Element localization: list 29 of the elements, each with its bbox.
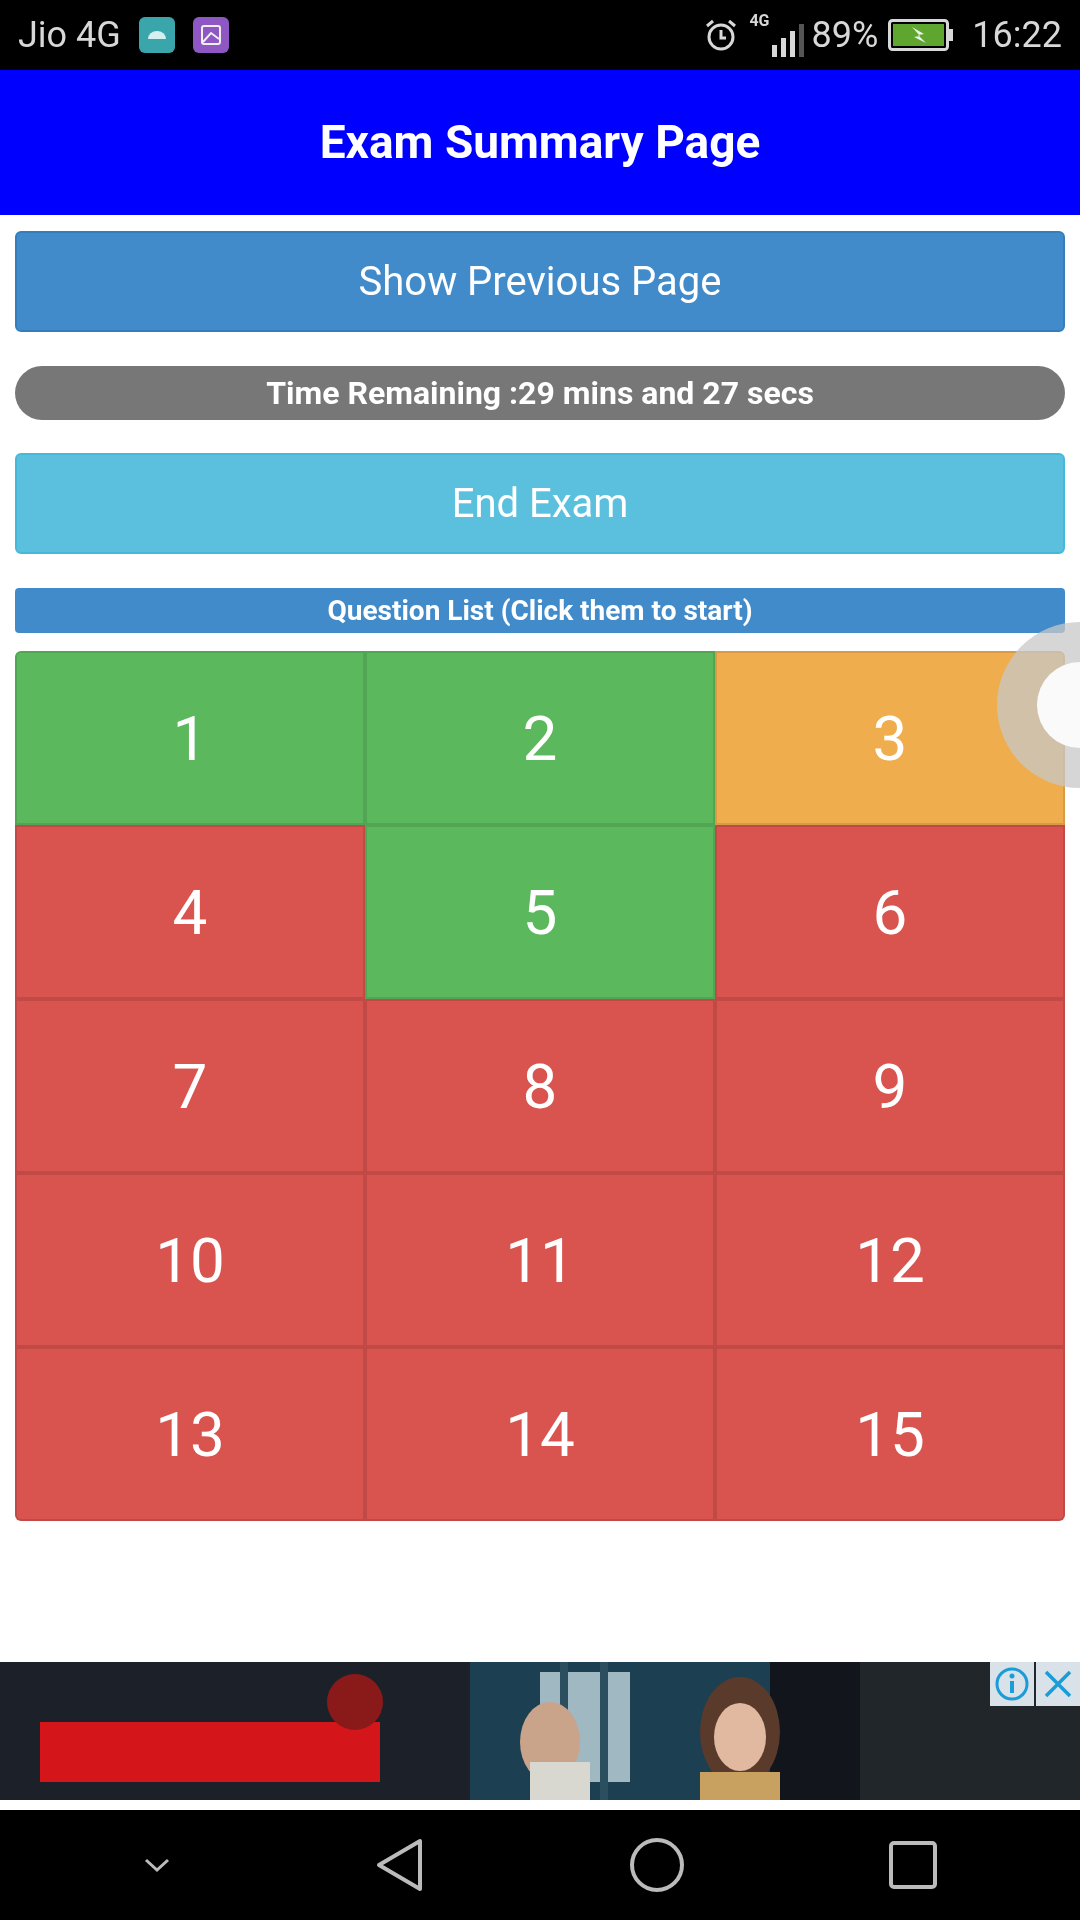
question-button[interactable]: 11 xyxy=(365,1173,715,1347)
question-button[interactable]: 5 xyxy=(365,825,715,999)
question-button[interactable]: 2 xyxy=(365,651,715,825)
gallery-app-icon xyxy=(192,17,229,53)
question-button[interactable]: 10 xyxy=(15,1173,365,1347)
question-button[interactable]: 14 xyxy=(365,1347,715,1521)
question-list-header: Question List (Click them to start) xyxy=(15,588,1065,633)
question-button[interactable]: 9 xyxy=(715,999,1065,1173)
android-app-icon xyxy=(138,17,175,53)
clock-time: 16:22 xyxy=(972,13,1062,58)
battery-percent: 89% xyxy=(811,13,879,58)
question-button[interactable]: 15 xyxy=(715,1347,1065,1521)
battery-charging-icon xyxy=(888,19,955,51)
recent-apps-icon[interactable] xyxy=(888,1840,939,1890)
question-button[interactable]: 4 xyxy=(15,825,365,999)
question-button[interactable]: 6 xyxy=(715,825,1065,999)
question-button[interactable]: 1 xyxy=(15,651,365,825)
home-icon[interactable] xyxy=(628,1837,685,1893)
time-remaining-badge: Time Remaining :29 mins and 27 secs xyxy=(15,366,1065,420)
question-button[interactable]: 7 xyxy=(15,999,365,1173)
carrier-name: Jio 4G xyxy=(18,13,121,58)
question-button[interactable]: 13 xyxy=(15,1347,365,1521)
end-exam-button[interactable]: End Exam xyxy=(15,453,1065,554)
page-title: Exam Summary Page xyxy=(319,114,761,171)
show-previous-page-button[interactable]: Show Previous Page xyxy=(15,231,1065,332)
question-button[interactable]: 8 xyxy=(365,999,715,1173)
question-button[interactable]: 12 xyxy=(715,1173,1065,1347)
network-type: 4G xyxy=(749,13,770,29)
signal-icon xyxy=(769,23,804,57)
